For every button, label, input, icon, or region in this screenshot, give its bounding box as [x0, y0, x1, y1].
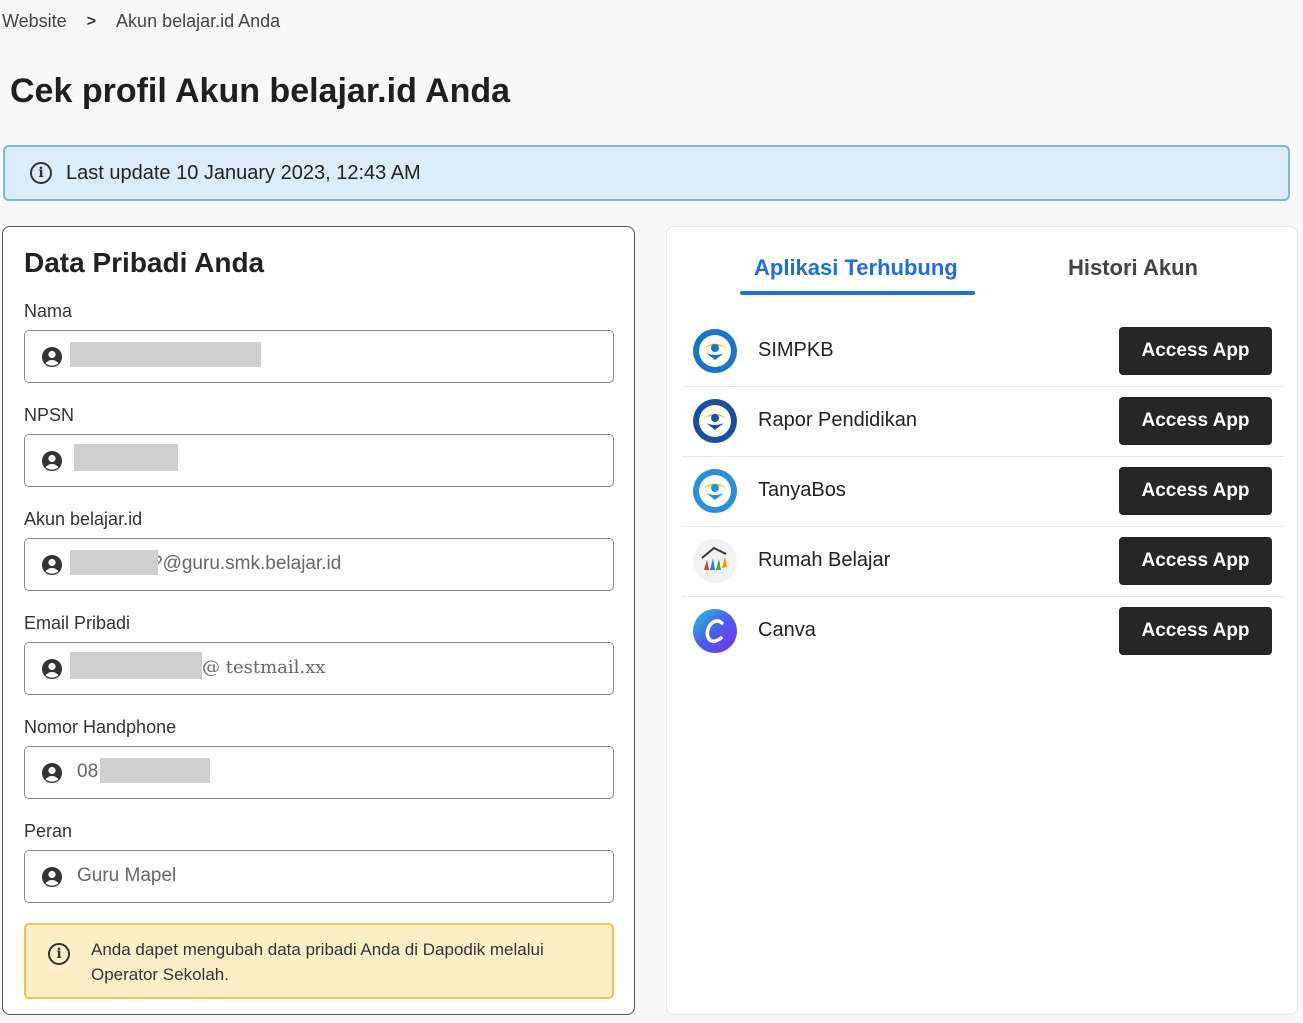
- note-text: Anda dapet mengubah data pribadi Anda di…: [91, 940, 544, 984]
- user-icon: [42, 763, 62, 783]
- peran-value: Guru Mapel: [77, 865, 177, 886]
- info-icon: i: [48, 943, 70, 965]
- app-row-simpkb: SIMPKB Access App: [682, 316, 1284, 387]
- redacted-value: [70, 652, 202, 679]
- access-app-button[interactable]: Access App: [1119, 607, 1272, 655]
- access-app-button[interactable]: Access App: [1119, 537, 1272, 585]
- tab-histori-akun[interactable]: Histori Akun: [1068, 255, 1198, 281]
- user-icon: [42, 659, 62, 679]
- field-label-phone: Nomor Handphone: [24, 717, 177, 737]
- nama-field[interactable]: [24, 330, 614, 383]
- app-name: TanyaBos: [758, 479, 846, 501]
- rumah-belajar-logo-icon: [693, 539, 737, 583]
- access-app-button[interactable]: Access App: [1119, 467, 1272, 515]
- peran-field[interactable]: Guru Mapel: [24, 850, 614, 903]
- tab-aplikasi-terhubung[interactable]: Aplikasi Terhubung: [754, 255, 958, 281]
- last-update-banner: i Last update 10 January 2023, 12:43 AM: [3, 145, 1290, 201]
- user-icon: [42, 555, 62, 575]
- user-icon: [42, 867, 62, 887]
- page-title: Cek profil Akun belajar.id Anda: [10, 72, 511, 110]
- redacted-value: [70, 342, 261, 367]
- redacted-value: [74, 444, 178, 471]
- connected-apps-card: Aplikasi Terhubung Histori Akun SIMPKB A…: [666, 226, 1298, 1015]
- personal-data-card: Data Pribadi Anda Nama NPSN Akun belajar…: [2, 226, 635, 1015]
- app-name: Canva: [758, 619, 816, 641]
- dapodik-note: i Anda dapet mengubah data pribadi Anda …: [24, 923, 614, 999]
- canva-logo-icon: [693, 609, 737, 653]
- tut-wuri-logo-icon: [693, 329, 737, 373]
- app-row-tanyabos: TanyaBos Access App: [682, 456, 1284, 527]
- access-app-button[interactable]: Access App: [1119, 397, 1272, 445]
- breadcrumb-chevron-icon: >: [86, 12, 97, 30]
- field-label-npsn: NPSN: [24, 405, 75, 425]
- akun-belajar-value: ?@guru.smk.belajar.id: [152, 553, 342, 574]
- personal-data-title: Data Pribadi Anda: [24, 247, 265, 278]
- npsn-field[interactable]: [24, 434, 614, 487]
- info-icon: i: [30, 162, 52, 184]
- app-name: SIMPKB: [758, 339, 834, 361]
- tut-wuri-logo-icon: [693, 469, 737, 513]
- akun-belajar-field[interactable]: ?@guru.smk.belajar.id: [24, 538, 614, 591]
- access-app-button[interactable]: Access App: [1119, 327, 1272, 375]
- app-name: Rapor Pendidikan: [758, 409, 917, 431]
- field-label-nama: Nama: [24, 301, 73, 321]
- phone-value: 08: [77, 761, 99, 782]
- breadcrumb: Website > Akun belajar.id Anda: [2, 11, 280, 32]
- email-value: @ testmail.xx: [202, 657, 326, 678]
- breadcrumb-current: Akun belajar.id Anda: [116, 11, 281, 31]
- user-icon: [42, 347, 62, 367]
- field-label-peran: Peran: [24, 821, 73, 841]
- breadcrumb-website-link[interactable]: Website: [2, 11, 67, 32]
- app-row-rapor-pendidikan: Rapor Pendidikan Access App: [682, 386, 1284, 457]
- user-icon: [42, 451, 62, 471]
- email-field[interactable]: @ testmail.xx: [24, 642, 614, 695]
- app-row-rumah-belajar: Rumah Belajar Access App: [682, 526, 1284, 597]
- redacted-value: [100, 758, 210, 783]
- tut-wuri-logo-icon: [693, 399, 737, 443]
- field-label-email: Email Pribadi: [24, 613, 131, 633]
- app-row-canva: Canva Access App: [682, 596, 1284, 666]
- last-update-text: Last update 10 January 2023, 12:43 AM: [66, 161, 421, 184]
- field-label-akun: Akun belajar.id: [24, 509, 143, 529]
- active-tab-indicator: [740, 291, 975, 295]
- redacted-value: [70, 550, 158, 575]
- app-name: Rumah Belajar: [758, 549, 891, 571]
- phone-field[interactable]: 08: [24, 746, 614, 799]
